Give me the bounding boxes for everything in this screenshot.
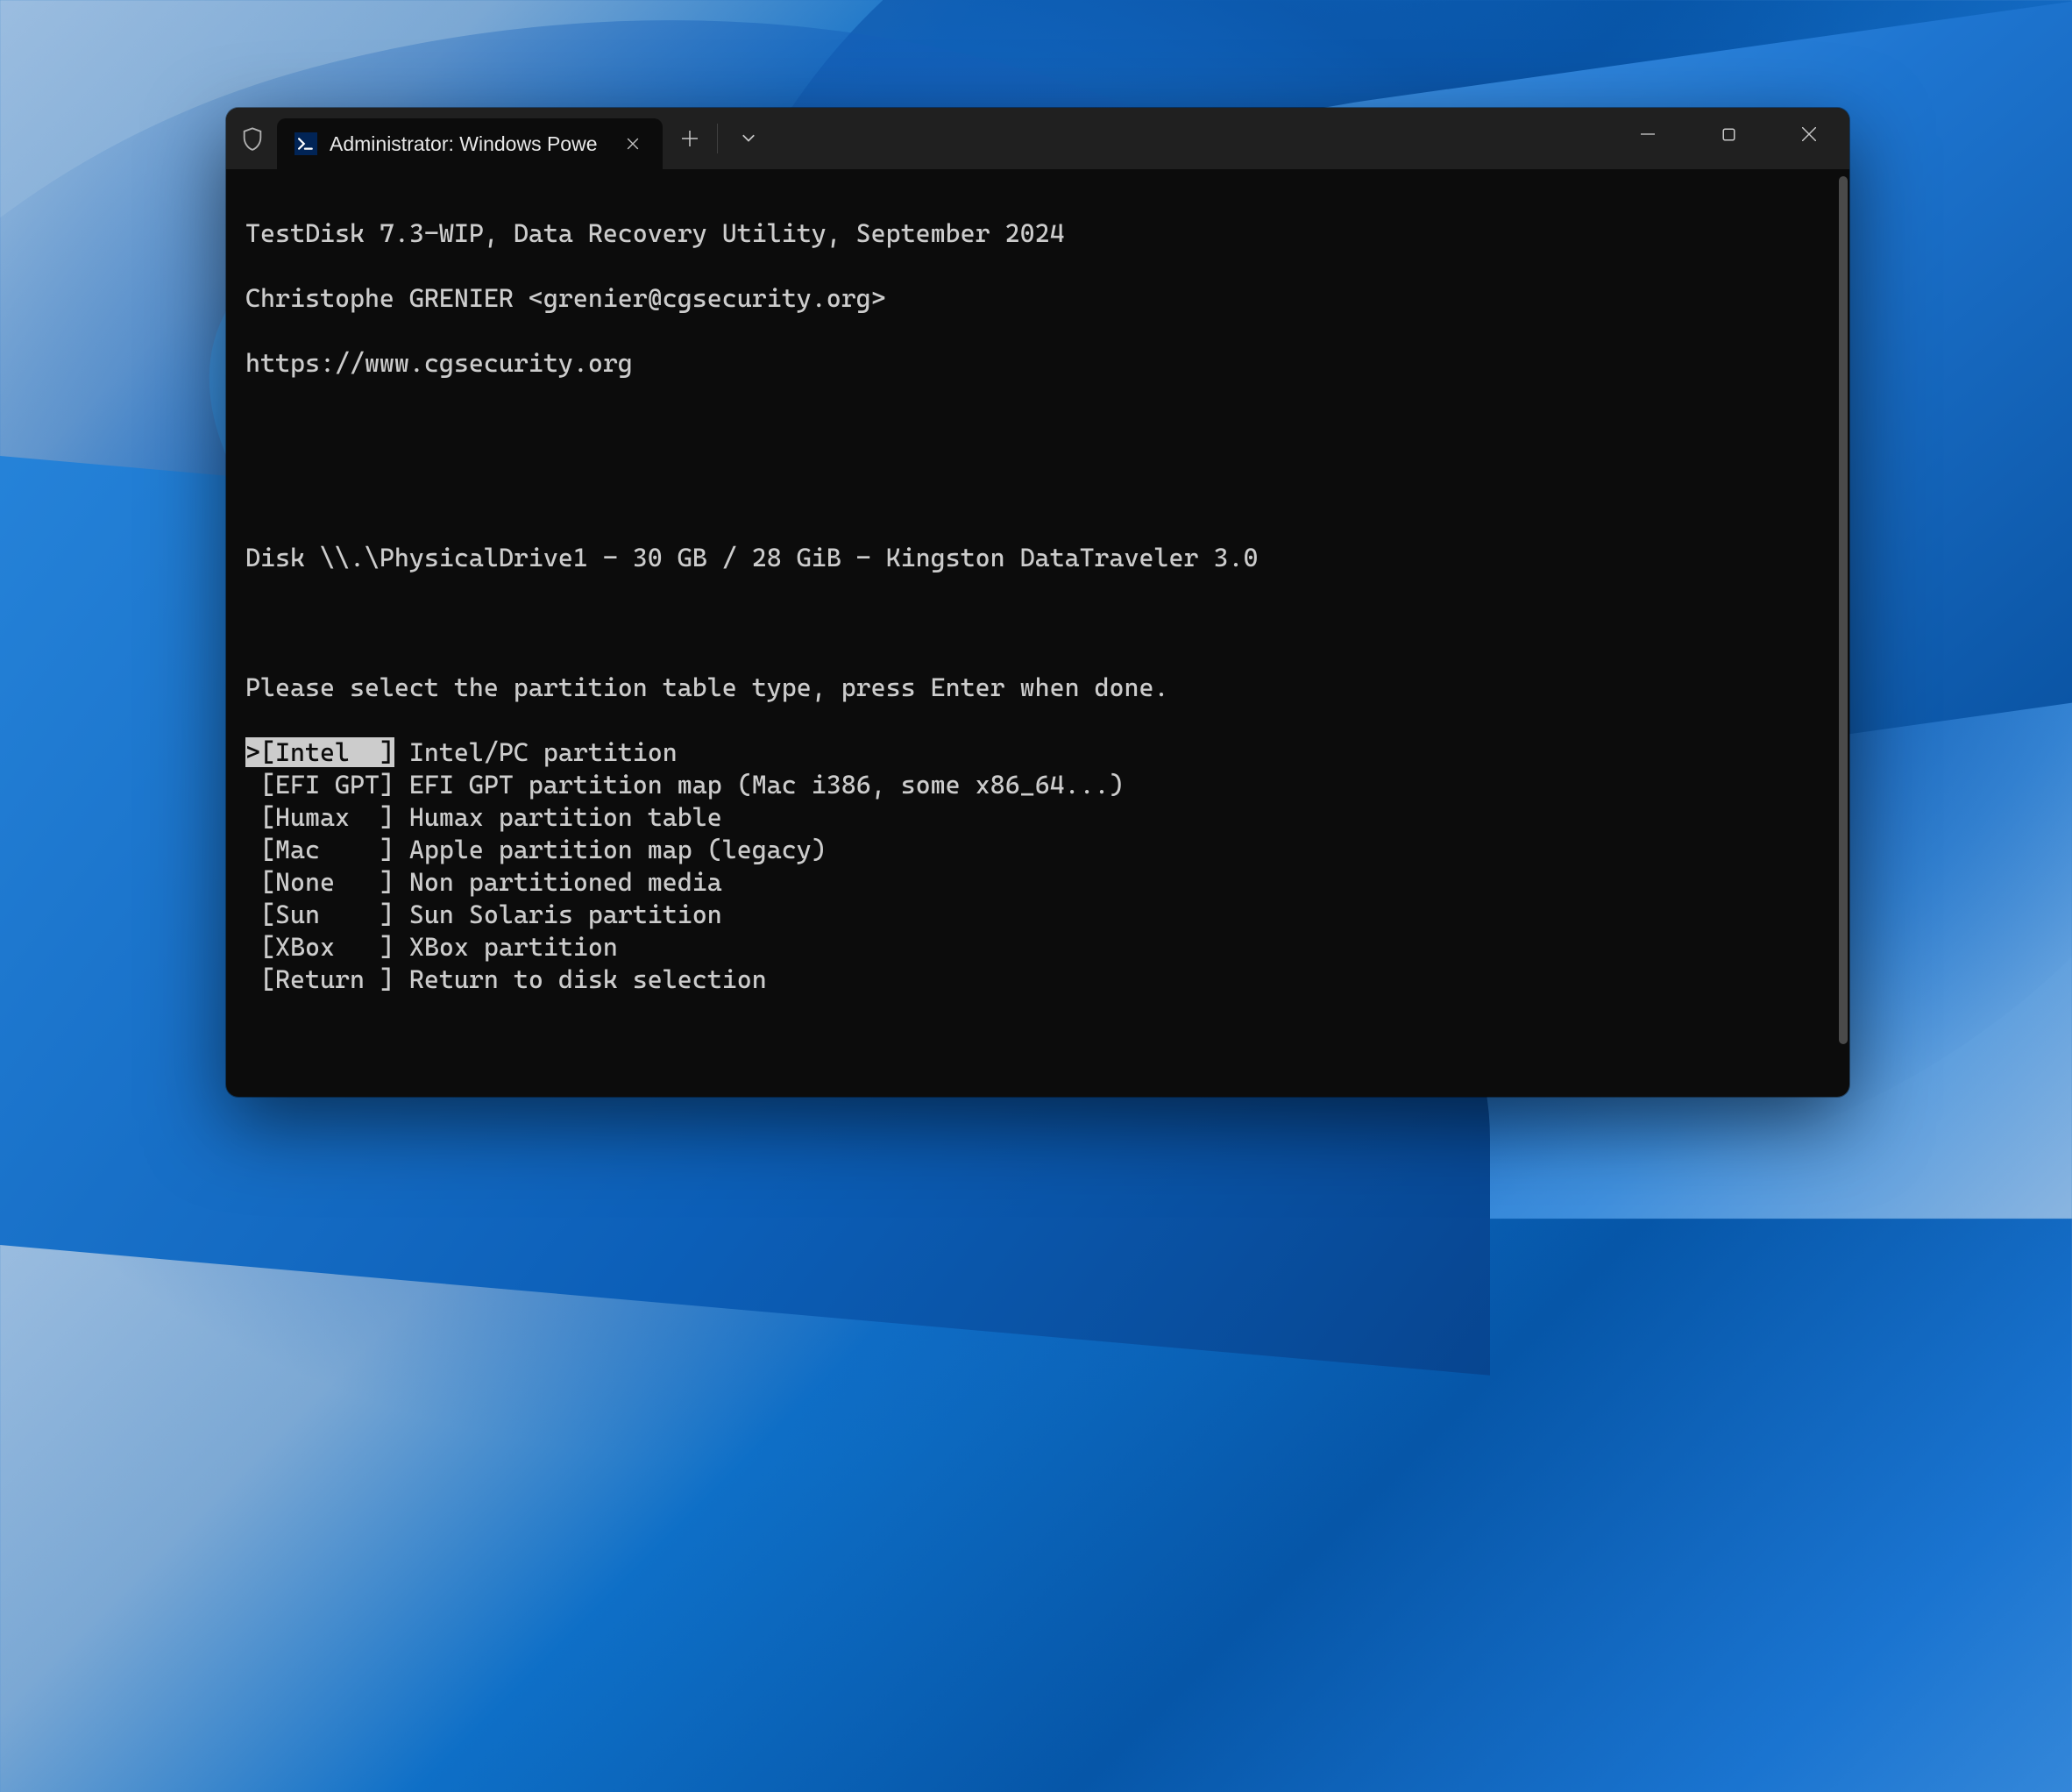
blank-line <box>245 1093 1830 1097</box>
partition-option-row[interactable]: [Humax ] Humax partition table <box>245 801 1830 834</box>
blank-line <box>245 1028 1830 1061</box>
partition-option-row[interactable]: [Return ] Return to disk selection <box>245 964 1830 996</box>
powershell-icon <box>294 132 317 155</box>
option-description: Intel/PC partition <box>394 737 678 767</box>
tab-close-button[interactable] <box>619 130 647 158</box>
titlebar: Administrator: Windows Powe <box>226 108 1849 169</box>
partition-option-row[interactable]: [EFI GPT] EFI GPT partition map (Mac i38… <box>245 769 1830 801</box>
terminal-window: Administrator: Windows Powe <box>226 108 1849 1097</box>
partition-option-row[interactable]: [Mac ] Apple partition map (legacy) <box>245 834 1830 866</box>
titlebar-divider <box>717 124 718 153</box>
terminal-content[interactable]: TestDisk 7.3-WIP, Data Recovery Utility,… <box>226 169 1849 1097</box>
terminal-tab[interactable]: Administrator: Windows Powe <box>277 118 663 169</box>
header-line-2: Christophe GRENIER <grenier@cgsecurity.o… <box>245 282 1830 315</box>
header-line-3: https://www.cgsecurity.org <box>245 347 1830 380</box>
partition-option-row[interactable]: [Sun ] Sun Solaris partition <box>245 899 1830 931</box>
partition-option-row[interactable]: [XBox ] XBox partition <box>245 931 1830 964</box>
minimize-button[interactable] <box>1607 108 1688 160</box>
blank-line <box>245 412 1830 444</box>
tab-dropdown-button[interactable] <box>725 115 772 162</box>
maximize-button[interactable] <box>1688 108 1769 160</box>
new-tab-button[interactable] <box>666 115 713 162</box>
shield-icon <box>240 126 265 151</box>
tab-title: Administrator: Windows Powe <box>330 132 607 156</box>
blank-line <box>245 607 1830 639</box>
selected-option-label: >[Intel ] <box>245 737 394 767</box>
close-button[interactable] <box>1769 108 1849 160</box>
header-line-1: TestDisk 7.3-WIP, Data Recovery Utility,… <box>245 217 1830 250</box>
disk-info-line: Disk \\.\PhysicalDrive1 - 30 GB / 28 GiB… <box>245 542 1830 574</box>
prompt-line: Please select the partition table type, … <box>245 672 1830 704</box>
partition-option-row[interactable]: [None ] Non partitioned media <box>245 866 1830 899</box>
blank-line <box>245 477 1830 509</box>
partition-option-row[interactable]: >[Intel ] Intel/PC partition <box>245 736 1830 769</box>
scrollbar-thumb[interactable] <box>1839 176 1848 1044</box>
